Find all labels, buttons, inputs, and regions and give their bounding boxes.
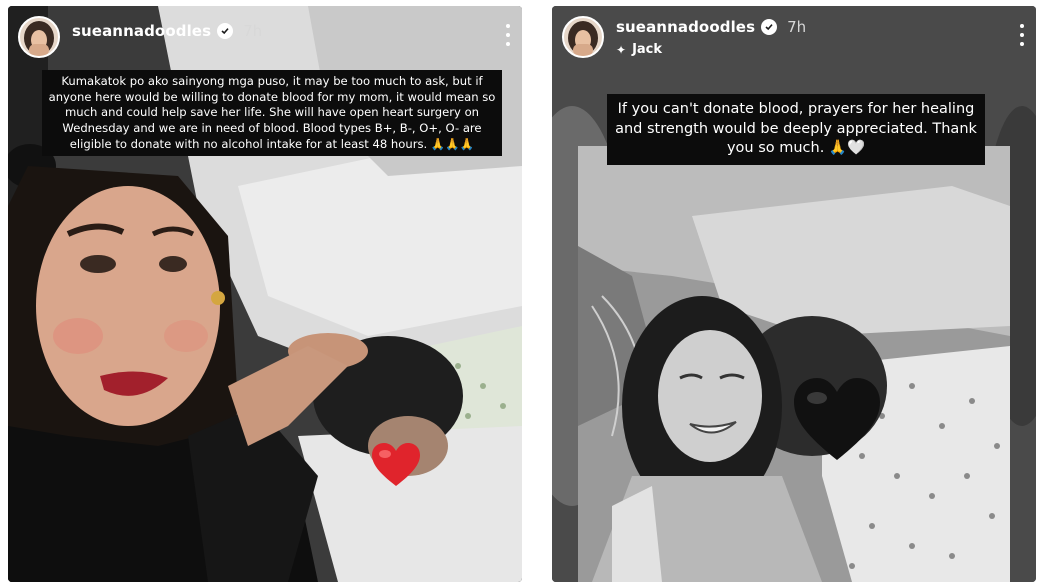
music-attribution[interactable]: ✦ Jack	[616, 42, 806, 57]
verified-badge-icon	[761, 19, 778, 35]
story-caption: Kumakatok po ako sainyong mga puso, it m…	[42, 70, 502, 157]
avatar[interactable]	[562, 16, 604, 58]
story-caption: If you can't donate blood, prayers for h…	[607, 94, 985, 165]
red-heart-sticker-icon	[371, 442, 421, 488]
post-time: 7h	[787, 18, 807, 36]
story-card-left[interactable]: sueannadoodles 7h Kumakatok po ako sainy…	[8, 6, 522, 582]
music-sparkle-icon: ✦	[616, 42, 627, 57]
music-label: Jack	[632, 42, 663, 57]
story-card-right[interactable]: sueannadoodles 7h ✦ Jack If you can't do…	[552, 6, 1036, 582]
verified-badge-icon	[217, 23, 234, 39]
post-time: 7h	[243, 22, 263, 40]
story-photo-right	[552, 6, 1036, 582]
black-heart-sticker-icon	[792, 376, 882, 462]
story-header: sueannadoodles 7h ✦ Jack	[552, 6, 1036, 76]
username[interactable]: sueannadoodles	[72, 22, 211, 40]
story-header: sueannadoodles 7h	[8, 6, 522, 76]
more-options-icon[interactable]	[504, 24, 512, 46]
avatar[interactable]	[18, 16, 60, 58]
username[interactable]: sueannadoodles	[616, 18, 755, 36]
more-options-icon[interactable]	[1018, 24, 1026, 46]
